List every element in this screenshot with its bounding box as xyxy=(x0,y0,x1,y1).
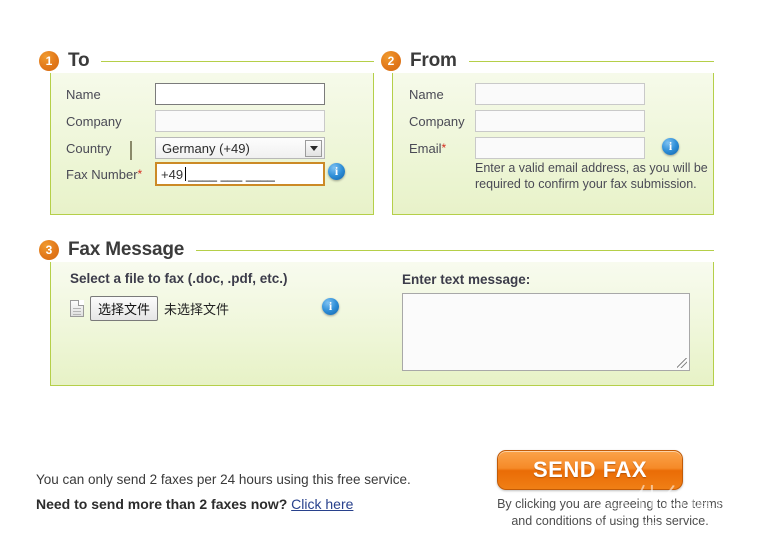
document-icon xyxy=(70,300,84,317)
section-heading-fax-message: 3 Fax Message xyxy=(39,237,714,263)
info-icon-file[interactable]: i xyxy=(322,298,339,315)
heading-rule xyxy=(468,60,714,62)
label-from-name: Name xyxy=(409,86,444,102)
to-name-input[interactable] xyxy=(155,83,325,105)
required-marker: * xyxy=(137,167,143,181)
text-message-textarea[interactable] xyxy=(402,293,690,371)
germany-flag-icon xyxy=(130,141,132,160)
step-badge-2: 2 xyxy=(381,51,401,71)
label-from-email: Email xyxy=(409,140,442,156)
required-marker: * xyxy=(441,141,447,155)
chevron-down-icon[interactable] xyxy=(305,139,322,157)
upsell-text: Need to send more than 2 faxes now? xyxy=(36,496,288,512)
field-row-to-fax: Fax Number * xyxy=(66,163,142,185)
field-row-to-company: Company xyxy=(66,110,122,132)
send-fax-button[interactable]: SEND FAX xyxy=(497,450,683,490)
upsell-line: Need to send more than 2 faxes now? Clic… xyxy=(36,496,353,512)
to-fax-number-placeholder: ____ ___ ____ xyxy=(188,166,275,182)
section-heading-from: 2 From xyxy=(381,48,714,74)
click-here-link[interactable]: Click here xyxy=(291,496,353,512)
file-select-label: Select a file to fax (.doc, .pdf, etc.) xyxy=(70,271,288,286)
section-title-fax-message: Fax Message xyxy=(68,239,185,260)
section-heading-to: 1 To xyxy=(39,48,374,74)
label-to-country: Country xyxy=(66,140,112,156)
section-title-to: To xyxy=(68,50,90,71)
from-company-input[interactable] xyxy=(475,110,645,132)
info-icon-email[interactable]: i xyxy=(662,138,679,155)
to-country-select[interactable]: Germany (+49) xyxy=(155,137,325,159)
to-company-input[interactable] xyxy=(155,110,325,132)
info-icon-fax-number[interactable]: i xyxy=(328,163,345,180)
heading-rule xyxy=(196,249,714,251)
field-row-to-name: Name xyxy=(66,83,101,105)
from-name-input[interactable] xyxy=(475,83,645,105)
label-to-name: Name xyxy=(66,86,101,102)
to-country-selected-value: Germany (+49) xyxy=(162,140,250,156)
step-badge-3: 3 xyxy=(39,240,59,260)
field-row-from-email: Email * xyxy=(409,137,446,159)
label-to-fax-number: Fax Number xyxy=(66,166,138,182)
text-message-label: Enter text message: xyxy=(402,272,531,287)
file-upload-row: 选择文件 未选择文件 xyxy=(70,296,229,321)
from-email-note: Enter a valid email address, as you will… xyxy=(475,161,708,191)
to-fax-number-value: +49 xyxy=(161,166,184,182)
file-status-text: 未选择文件 xyxy=(164,302,230,317)
fax-limit-note: You can only send 2 faxes per 24 hours u… xyxy=(36,472,411,487)
resize-grip-icon[interactable] xyxy=(677,358,687,368)
heading-rule xyxy=(101,60,374,62)
text-caret xyxy=(185,167,187,181)
field-row-from-company: Company xyxy=(409,110,465,132)
terms-note: By clicking you are agreeing to the term… xyxy=(497,497,723,528)
from-email-input[interactable] xyxy=(475,137,645,159)
choose-file-button[interactable]: 选择文件 xyxy=(90,296,159,321)
step-badge-1: 1 xyxy=(39,51,59,71)
field-row-to-country: Country xyxy=(66,137,112,159)
section-title-from: From xyxy=(410,50,457,71)
label-to-company: Company xyxy=(66,113,122,129)
to-fax-number-input[interactable]: +49 ____ ___ ____ xyxy=(155,162,325,186)
field-row-from-name: Name xyxy=(409,83,444,105)
label-from-company: Company xyxy=(409,113,465,129)
